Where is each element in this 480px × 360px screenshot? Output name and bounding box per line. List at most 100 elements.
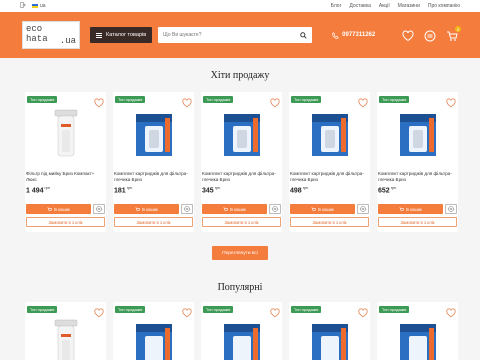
compare-icon (448, 206, 454, 212)
topbar-link-delivery[interactable]: Доставка (349, 3, 370, 9)
cartridge-box-image (224, 114, 260, 156)
top-sales-badge: Топ продажів (27, 96, 58, 103)
phone-block[interactable]: 0977311262 (332, 31, 375, 39)
price-currency: грн (214, 186, 220, 190)
product-name[interactable]: Фільтр під мийку Бриз Компакт+ Люкс (26, 171, 104, 183)
cartridge-box-image (312, 114, 348, 156)
heart-icon[interactable] (446, 95, 456, 108)
compare-icon (96, 206, 102, 212)
product-price: 345грн (202, 186, 220, 194)
cart-row: В кошик (378, 204, 457, 214)
compare-button[interactable] (181, 204, 193, 214)
product-card[interactable]: Топ продажів (201, 302, 282, 360)
topbar-link-about[interactable]: Про компанію (428, 3, 460, 9)
view-all-button[interactable]: Переглянути всі (212, 246, 268, 260)
product-price: 652грн (378, 186, 396, 194)
product-card[interactable]: Топ продажів (113, 302, 194, 360)
compare-icon (360, 206, 366, 212)
add-to-cart-label: В кошик (54, 206, 70, 212)
product-card[interactable]: Топ продажів (289, 302, 370, 360)
cart-icon[interactable]: 0 (446, 26, 461, 41)
cart-row: В кошик (202, 204, 281, 214)
add-to-cart-button[interactable]: В кошик (378, 204, 443, 214)
cart-icon (399, 207, 405, 211)
heart-icon[interactable] (270, 95, 280, 108)
price-value: 498 (290, 187, 302, 195)
quick-order-button[interactable]: Замовити в 1 клік (378, 217, 457, 227)
add-to-cart-button[interactable]: В кошик (202, 204, 267, 214)
cartridge-box-image (312, 324, 348, 360)
product-card[interactable]: Топ продажів (25, 302, 106, 360)
cart-icon (47, 207, 53, 211)
product-card[interactable]: Топ продажів Комплект картриджів для філ… (113, 92, 194, 232)
ukraine-flag-icon (32, 3, 38, 8)
topbar-link-blog[interactable]: Блог (331, 3, 342, 9)
filter-housing-image (54, 109, 78, 157)
heart-icon[interactable] (270, 305, 280, 318)
product-card[interactable]: Топ продажів Комплект картриджів для філ… (289, 92, 370, 232)
compare-button[interactable] (445, 204, 457, 214)
search-icon[interactable] (296, 28, 310, 42)
price-value: 652 (378, 187, 390, 195)
heart-icon[interactable] (182, 305, 192, 318)
compare-button[interactable] (269, 204, 281, 214)
quick-order-button[interactable]: Замовити в 1 клік (26, 217, 105, 227)
topbar-link-stores[interactable]: Магазини (398, 3, 420, 9)
section-title-hits: Хіти продажу (210, 70, 270, 81)
product-name[interactable]: Комплект картриджів для фільтра-глечика … (202, 171, 280, 183)
heart-icon[interactable] (358, 305, 368, 318)
cart-icon (223, 207, 229, 211)
topbar-links: Блог Доставка Акції Магазини Про компані… (331, 3, 460, 9)
cart-row: В кошик (290, 204, 369, 214)
heart-icon[interactable] (94, 305, 104, 318)
top-sales-badge: Топ продажів (115, 96, 146, 103)
header: eco hata .ua Каталог товарів 0977311262 … (0, 12, 480, 58)
product-price: 1 494грн (26, 186, 50, 194)
price-currency: грн (126, 186, 132, 190)
menu-icon (96, 32, 102, 38)
catalog-button[interactable]: Каталог товарів (90, 27, 153, 43)
product-name[interactable]: Комплект картриджів для фільтра-глечика … (114, 171, 192, 183)
wishlist-icon[interactable] (402, 29, 414, 42)
search-input[interactable] (158, 27, 297, 43)
top-sales-badge: Топ продажів (291, 96, 322, 103)
heart-icon[interactable] (446, 305, 456, 318)
product-card[interactable]: Топ продажів Фільтр під мийку Бриз Компа… (25, 92, 106, 232)
cartridge-box-image (224, 324, 260, 360)
product-card[interactable]: Топ продажів Комплект картриджів для філ… (377, 92, 458, 232)
heart-icon[interactable] (94, 95, 104, 108)
language-switch[interactable]: ua (32, 3, 46, 9)
logo[interactable]: eco hata .ua (22, 21, 80, 49)
product-card[interactable]: Топ продажів Комплект картриджів для філ… (201, 92, 282, 232)
add-to-cart-button[interactable]: В кошик (26, 204, 91, 214)
heart-icon[interactable] (358, 95, 368, 108)
add-to-cart-label: В кошик (406, 206, 422, 212)
cart-icon (135, 207, 141, 211)
popular-product-grid: Топ продажів Топ продажів Топ продажів Т… (25, 302, 458, 360)
quick-order-button[interactable]: Замовити в 1 клік (290, 217, 369, 227)
language-label: ua (40, 3, 46, 9)
login-icon[interactable] (20, 2, 26, 10)
cartridge-box-image (400, 324, 436, 360)
quick-order-button[interactable]: Замовити в 1 клік (114, 217, 193, 227)
heart-icon[interactable] (182, 95, 192, 108)
topbar-link-promotions[interactable]: Акції (379, 3, 390, 9)
phone-icon (332, 31, 339, 39)
top-sales-badge: Топ продажів (379, 306, 410, 313)
logo-text-domain: .ua (59, 36, 76, 46)
product-name[interactable]: Комплект картриджів для фільтра-глечика … (290, 171, 368, 183)
add-to-cart-button[interactable]: В кошик (290, 204, 355, 214)
compare-button[interactable] (357, 204, 369, 214)
product-price: 498грн (290, 186, 308, 194)
compare-icon[interactable] (424, 29, 436, 42)
price-value: 181 (114, 187, 126, 195)
add-to-cart-button[interactable]: В кошик (114, 204, 179, 214)
cartridge-box-image (136, 114, 172, 156)
cart-row: В кошик (114, 204, 193, 214)
product-card[interactable]: Топ продажів (377, 302, 458, 360)
logo-text-eco: eco (26, 24, 43, 34)
product-name[interactable]: Комплект картриджів для фільтра-глечика … (378, 171, 456, 183)
compare-button[interactable] (93, 204, 105, 214)
quick-order-button[interactable]: Замовити в 1 клік (202, 217, 281, 227)
add-to-cart-label: В кошик (230, 206, 246, 212)
